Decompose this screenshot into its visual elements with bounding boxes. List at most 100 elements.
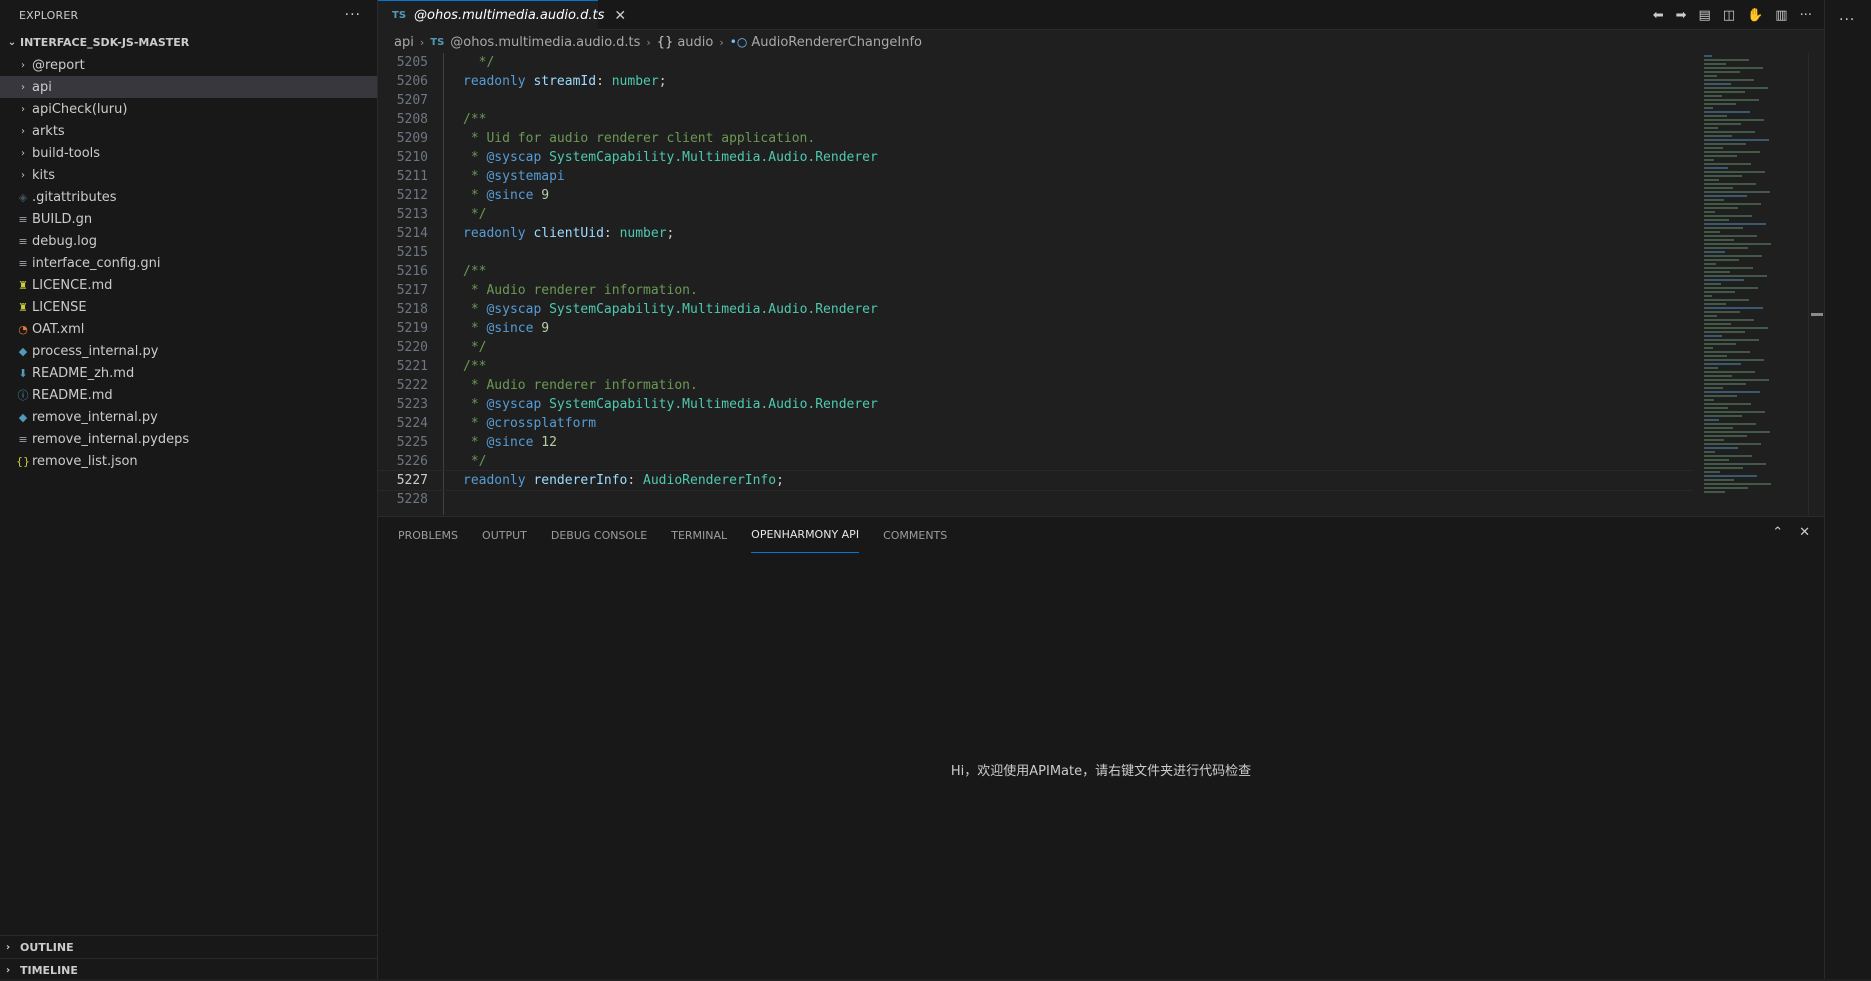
panel-tab-output[interactable]: OUTPUT [482,517,527,553]
breadcrumb-interface[interactable]: AudioRendererChangeInfo [751,35,922,50]
file-item[interactable]: ◆ remove_internal.py [0,406,377,428]
file-item[interactable]: ⬇ README_zh.md [0,362,377,384]
breadcrumb-folder[interactable]: api [394,35,414,50]
minimap-line [1704,323,1731,325]
open-changes-icon[interactable]: ▤ [1699,8,1711,23]
lines-icon: ≡ [18,234,28,248]
panel-tab-openharmony-api[interactable]: OPENHARMONY API [751,517,860,553]
code-editor[interactable]: 5205 */5206 readonly streamId: number; 520… [378,53,1693,515]
file-item[interactable]: ♜ LICENCE.md [0,274,377,296]
chevron-right-icon: › [719,35,724,49]
file-item[interactable]: ≡ remove_internal.pydeps [0,428,377,450]
code-line[interactable]: 5219 * @since 9 [378,319,1693,338]
code-line[interactable]: 5211 * @systemapi [378,167,1693,186]
code-line[interactable]: 5220 */ [378,338,1693,357]
line-source: * @syscap SystemCapability.Multimedia.Au… [463,150,878,165]
folder-item[interactable]: › @report [0,54,377,76]
panel-tab-problems[interactable]: PROBLEMS [398,517,458,553]
file-item[interactable]: ◈ .gitattributes [0,186,377,208]
editor-scrollbar[interactable] [1808,53,1823,515]
editor-tab-audio-dts[interactable]: TS @ohos.multimedia.audio.d.ts ✕ [378,0,626,30]
file-item[interactable]: {} remove_list.json [0,450,377,472]
panel-tab-terminal[interactable]: TERMINAL [671,517,727,553]
code-line[interactable]: 5212 * @since 9 [378,186,1693,205]
file-item[interactable]: ⓘ README.md [0,384,377,406]
folder-item[interactable]: › api [0,76,377,98]
minimap-line [1704,211,1715,213]
outline-section[interactable]: › OUTLINE [0,935,377,958]
code-line[interactable]: 5215 [378,243,1693,262]
download-icon: ⬇ [18,366,28,380]
code-line[interactable]: 5222 * Audio renderer information. [378,376,1693,395]
code-line[interactable]: 5209 * Uid for audio renderer client app… [378,129,1693,148]
hand-icon[interactable]: ✋ [1747,8,1763,23]
breadcrumb-file[interactable]: @ohos.multimedia.audio.d.ts [450,35,640,50]
file-item[interactable]: ♜ LICENSE [0,296,377,318]
code-line[interactable]: 5210 * @syscap SystemCapability.Multimed… [378,148,1693,167]
code-line[interactable]: 5223 * @syscap SystemCapability.Multimed… [378,395,1693,414]
tree-item-label: OAT.xml [32,321,85,337]
file-item[interactable]: ≡ BUILD.gn [0,208,377,230]
panel-tab-debug-console[interactable]: DEBUG CONSOLE [551,517,647,553]
code-line[interactable]: 5221 /** [378,357,1693,376]
folder-item[interactable]: › arkts [0,120,377,142]
split-editor-icon[interactable]: ◫ [1723,8,1735,23]
close-icon[interactable]: ✕ [614,8,626,24]
minimap-line [1704,195,1747,197]
more-actions-icon[interactable]: ··· [1839,12,1855,28]
toggle-layout-icon[interactable]: ▥ [1775,8,1787,23]
go-back-icon[interactable]: ⬅ [1653,8,1664,23]
tree-item-label: .gitattributes [32,189,117,205]
minimap-line [1704,75,1717,77]
code-line[interactable]: 5214 readonly clientUid: number; [378,224,1693,243]
more-actions-icon[interactable]: ··· [1800,8,1812,23]
minimap-line [1704,287,1758,289]
panel-tab-comments[interactable]: COMMENTS [883,517,947,553]
code-line[interactable]: 5207 [378,91,1693,110]
code-line[interactable]: 5218 * @syscap SystemCapability.Multimed… [378,300,1693,319]
code-line[interactable]: 5217 * Audio renderer information. [378,281,1693,300]
minimap-line [1704,219,1729,221]
tree-item-label: apiCheck(luru) [32,101,128,117]
close-panel-icon[interactable]: ✕ [1799,525,1810,540]
minimap-line [1704,115,1727,117]
folder-item[interactable]: › kits [0,164,377,186]
minimap-line [1704,207,1738,209]
folder-item[interactable]: › apiCheck(luru) [0,98,377,120]
folder-item[interactable]: › build-tools [0,142,377,164]
line-number: 5212 [396,188,428,203]
lines-icon: ≡ [18,256,28,270]
code-line[interactable]: 5226 */ [378,452,1693,471]
code-line[interactable]: 5213 */ [378,205,1693,224]
code-line[interactable]: 5228 [378,490,1693,509]
code-line[interactable]: 5205 */ [378,53,1693,72]
code-line[interactable]: 5224 * @crossplatform [378,414,1693,433]
tree-item-label: README_zh.md [32,365,135,381]
code-line[interactable]: 5216 /** [378,262,1693,281]
code-line[interactable]: 5206 readonly streamId: number; [378,72,1693,91]
chevron-down-icon: ⌄ [7,36,17,48]
breadcrumb: api › TS @ohos.multimedia.audio.d.ts › {… [378,31,1824,53]
file-item[interactable]: ≡ debug.log [0,230,377,252]
maximize-panel-icon[interactable]: ⌃ [1772,525,1783,540]
file-item[interactable]: ◔ OAT.xml [0,318,377,340]
code-line[interactable]: 5225 * @since 12 [378,433,1693,452]
timeline-section[interactable]: › TIMELINE [0,958,377,981]
file-item[interactable]: ≡ interface_config.gni [0,252,377,274]
more-actions-icon[interactable]: ··· [345,7,361,23]
scrollbar-thumb[interactable] [1811,313,1823,316]
code-line[interactable]: 5208 /** [378,110,1693,129]
minimap-line [1704,331,1745,333]
minimap-line [1704,95,1722,97]
tree-item-label: interface_config.gni [32,255,161,271]
file-item[interactable]: ◆ process_internal.py [0,340,377,362]
code-line[interactable]: 5227 readonly rendererInfo: AudioRenderer… [378,470,1693,491]
go-forward-icon[interactable]: ➡ [1676,8,1687,23]
minimap[interactable] [1694,53,1814,515]
apimate-welcome-message: Hi，欢迎使用APIMate，请右键文件夹进行代码检查 [950,764,1252,779]
editor-actions: ⬅ ➡ ▤ ◫ ✋ ▥ ··· [1653,0,1812,30]
line-number: 5220 [396,340,428,355]
workspace-root[interactable]: ⌄ INTERFACE_SDK-JS-MASTER [0,30,377,54]
breadcrumb-namespace[interactable]: audio [677,35,713,50]
line-number: 5227 [396,473,428,488]
